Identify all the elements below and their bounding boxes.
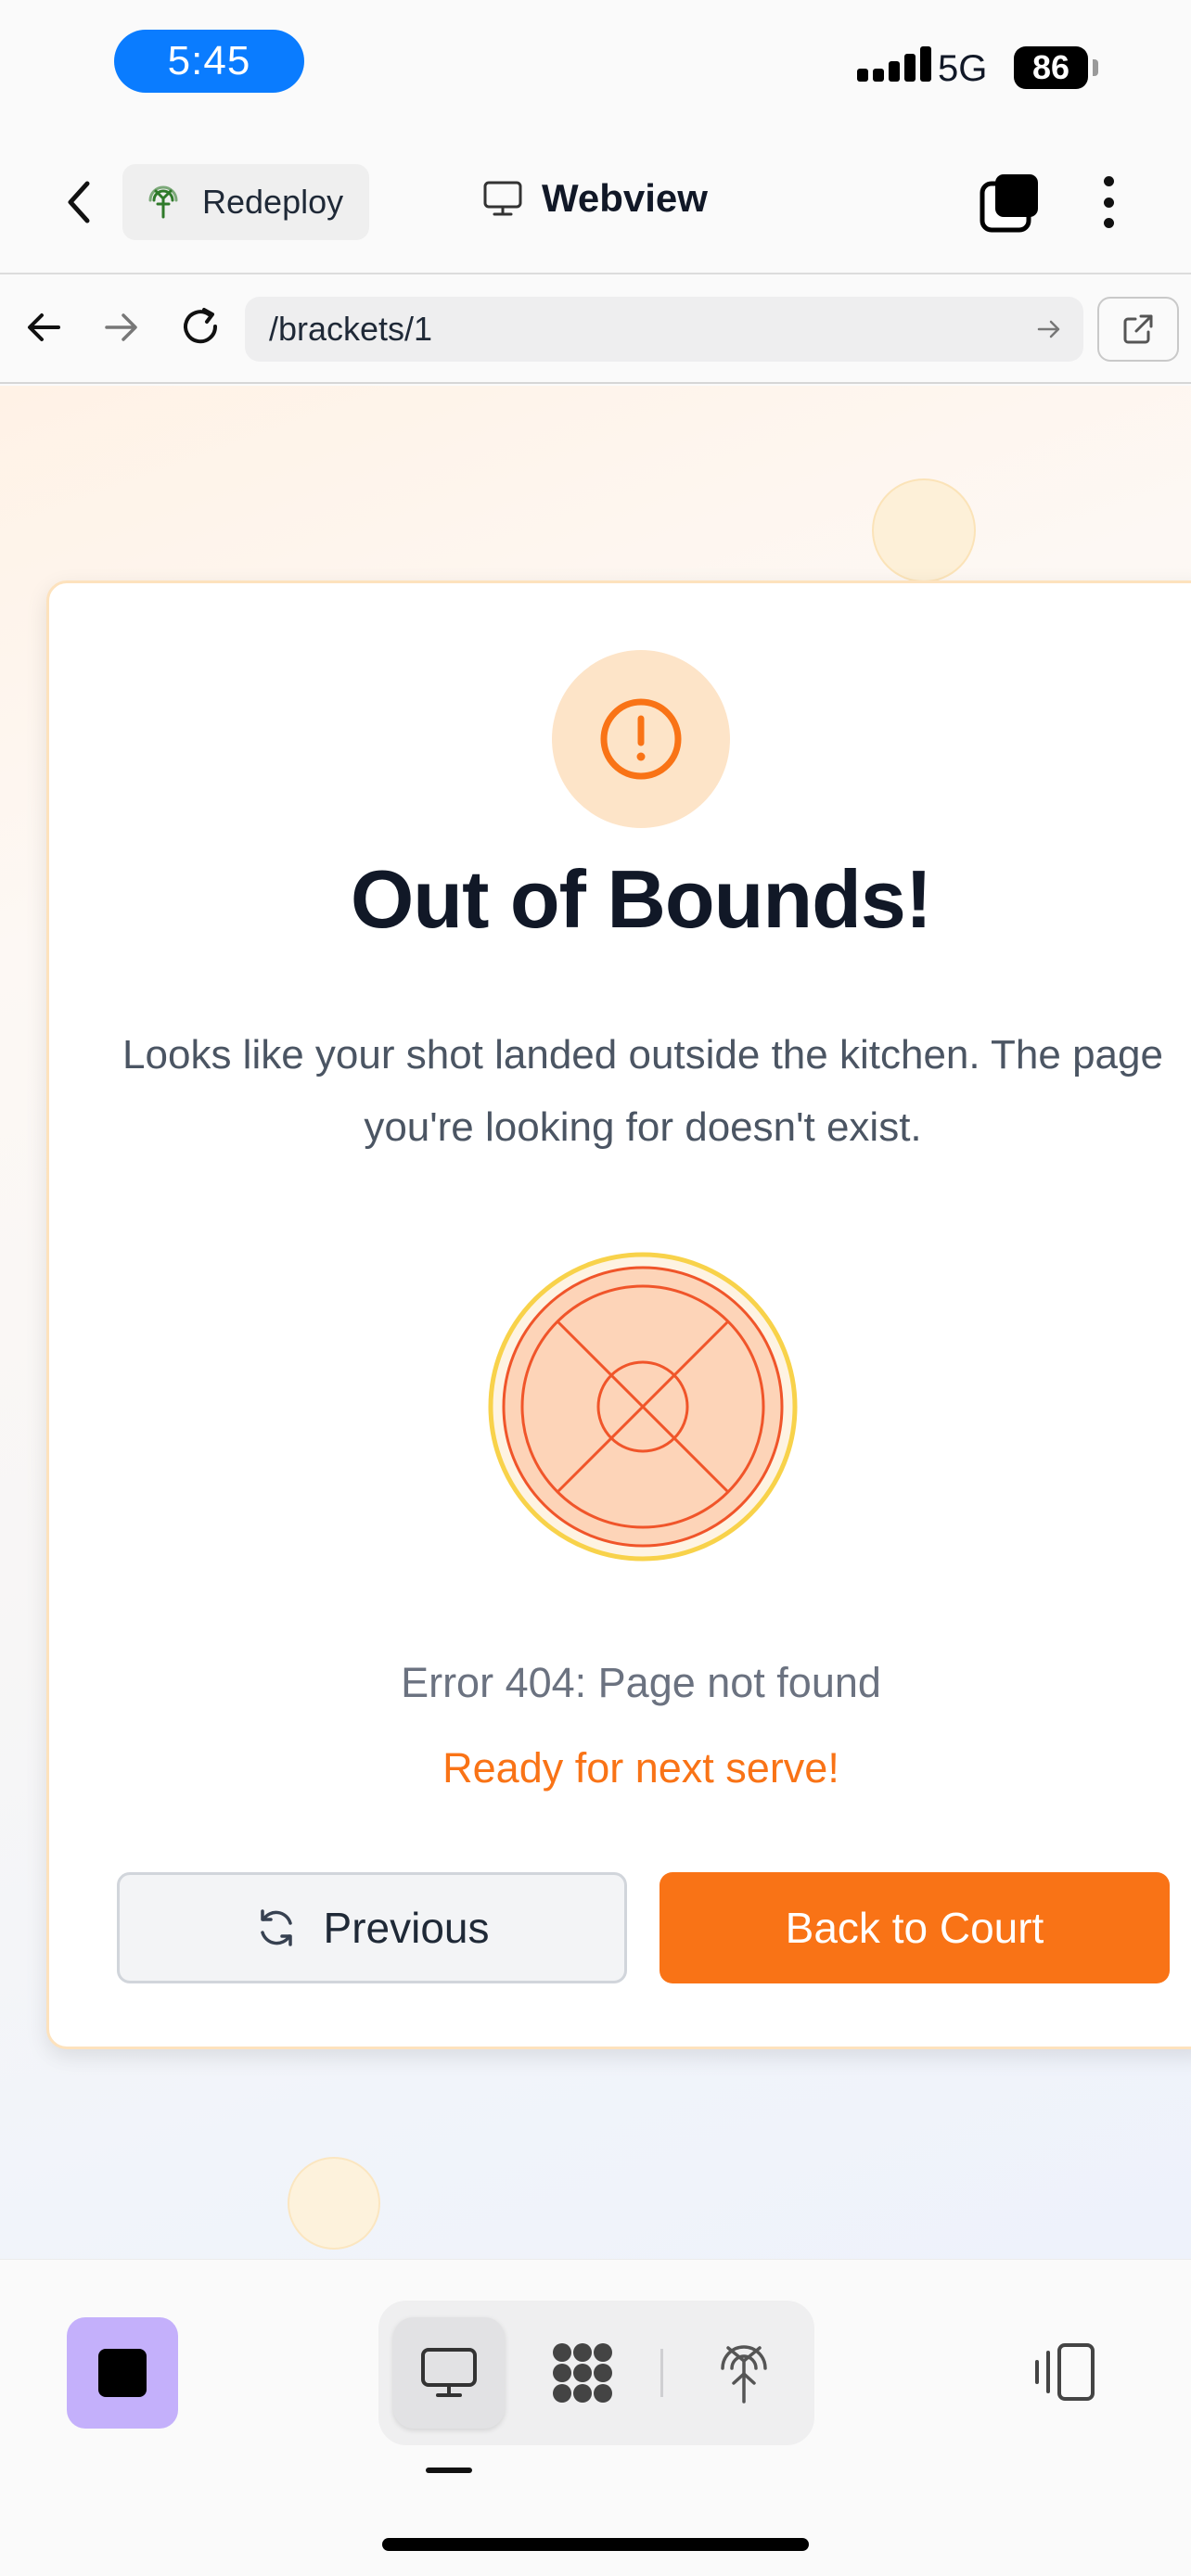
error-description: Looks like your shot landed outside the … [122, 1032, 1163, 1150]
stacked-squares-icon[interactable] [979, 172, 1042, 234]
arrow-right-icon[interactable] [96, 302, 147, 352]
app-grid-icon [553, 2343, 612, 2403]
decorative-ball [872, 478, 976, 582]
signal-icon [857, 46, 931, 82]
stop-icon [98, 2349, 147, 2397]
arrow-left-icon[interactable] [19, 302, 69, 352]
home-indicator [382, 2538, 809, 2551]
active-tab-indicator [426, 2468, 472, 2473]
stop-button[interactable] [67, 2317, 178, 2429]
back-to-court-label: Back to Court [785, 1904, 1044, 1952]
previous-label: Previous [323, 1904, 490, 1952]
refresh-icon [260, 1909, 292, 1946]
error-card: Out of Bounds! Looks like your shot land… [46, 580, 1191, 2049]
desktop-view-tab[interactable] [393, 2317, 505, 2429]
page-title-text: Webview [542, 176, 708, 220]
error-title: Out of Bounds! [350, 853, 932, 945]
bottom-toolbar [0, 2259, 1191, 2576]
antenna-icon [148, 185, 178, 219]
error-code: Error 404: Page not found [401, 1659, 881, 1706]
url-input[interactable]: /brackets/1 [245, 297, 1083, 362]
pickleball-icon [487, 1251, 799, 1562]
go-arrow-icon[interactable] [1035, 315, 1063, 343]
reload-icon[interactable] [176, 302, 226, 352]
app-grid-tab[interactable] [527, 2317, 638, 2429]
redeploy-label: Redeploy [202, 183, 344, 221]
view-switcher [378, 2301, 814, 2445]
battery-tip [1093, 59, 1098, 76]
redeploy-button[interactable]: Redeploy [122, 164, 369, 240]
tagline: Ready for next serve! [442, 1744, 839, 1792]
url-text: /brackets/1 [269, 310, 433, 348]
chevron-left-icon[interactable] [56, 176, 102, 228]
monitor-icon [421, 2348, 477, 2397]
alert-circle-icon [552, 650, 730, 828]
back-to-court-button[interactable]: Back to Court [660, 1872, 1170, 1983]
antenna-icon [721, 2345, 767, 2404]
battery-icon: 86 [1014, 46, 1088, 89]
side-panel-icon[interactable] [1031, 2338, 1102, 2408]
external-link-icon[interactable] [1097, 297, 1179, 362]
page-title: Webview [482, 176, 708, 221]
app-header: Redeploy Webview [0, 130, 1191, 274]
status-time: 5:45 [114, 30, 304, 93]
decorative-ball [288, 2157, 380, 2250]
segment-divider [660, 2349, 663, 2397]
monitor-icon [483, 181, 522, 216]
more-vertical-icon[interactable] [1090, 172, 1127, 232]
previous-button[interactable]: Previous [117, 1872, 627, 1983]
status-bar: 5:45 5G 86 [0, 0, 1191, 130]
network-label: 5G [938, 48, 988, 89]
deploy-tab[interactable] [688, 2317, 800, 2429]
url-bar: /brackets/1 [0, 276, 1191, 384]
